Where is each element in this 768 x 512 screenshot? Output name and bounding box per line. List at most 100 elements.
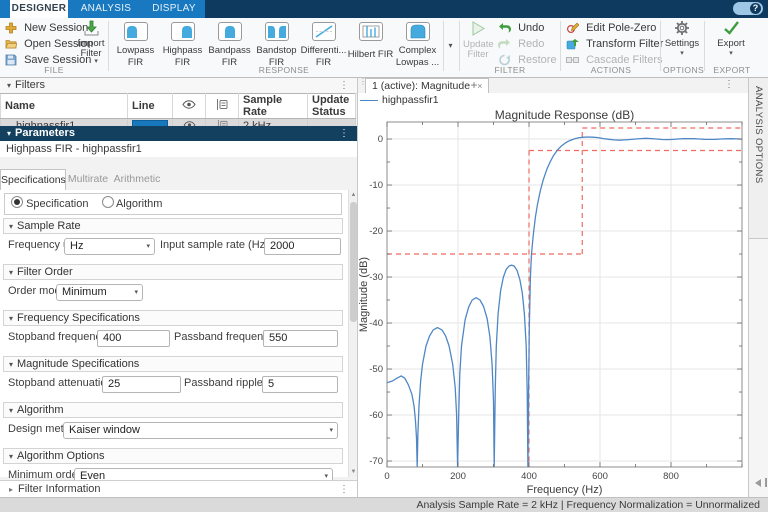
col-update-status[interactable]: Update Status	[307, 93, 356, 119]
settings-label: Settings	[664, 38, 700, 49]
input-sample-rate-label: Input sample rate (Hz)	[160, 239, 269, 251]
edit-pole-zero-label: Edit Pole-Zero	[586, 22, 657, 34]
parameters-menu-icon[interactable]: ⋮	[339, 126, 349, 141]
ribbon-separator	[459, 21, 460, 71]
settings-button[interactable]: Settings ▾	[663, 20, 701, 57]
undo-button[interactable]: Undo	[498, 21, 544, 35]
toolstrip-tab-bar: DESIGNER ANALYSIS DISPLAY OPTIONS ?	[0, 0, 768, 32]
section-frequency-specifications[interactable]: ▾ Frequency Specifications	[3, 310, 343, 326]
settings-dropdown-arrow: ▾	[680, 50, 684, 57]
tab-analysis[interactable]: ANALYSIS	[78, 0, 134, 18]
export-button[interactable]: Export ▾	[710, 20, 752, 57]
response-lowpass-fir[interactable]: Lowpass FIR	[112, 21, 159, 67]
tab-designer[interactable]: DESIGNER	[10, 0, 68, 18]
help-button[interactable]: ?	[733, 2, 763, 15]
gallery-label: Bandstop	[256, 45, 297, 56]
complex-lowpass-icon	[405, 22, 430, 41]
section-title: Frequency Specifications	[17, 312, 140, 324]
section-filter-order[interactable]: ▾ Filter Order	[3, 264, 343, 280]
radio-specification[interactable]: Specification	[11, 196, 89, 210]
tab-specifications[interactable]: Specifications	[0, 169, 66, 191]
svg-text:400: 400	[521, 471, 537, 482]
section-sample-rate[interactable]: ▾ Sample Rate	[3, 218, 343, 234]
response-bandstop-fir[interactable]: Bandstop FIR	[253, 21, 300, 67]
viewer-menu-icon[interactable]: ⋮	[724, 78, 734, 92]
radio-algorithm[interactable]: Algorithm	[101, 196, 163, 210]
analysis-options-column: ANALYSIS OPTIONS	[748, 78, 768, 497]
stopband-attenuation-field[interactable]: 25	[102, 376, 181, 393]
redo-button[interactable]: Redo	[498, 37, 544, 51]
update-filter-button[interactable]: Update Filter	[463, 20, 494, 60]
svg-text:-30: -30	[369, 272, 383, 283]
filters-table-header-row: Name Line Sample Rate Update Status	[0, 93, 356, 119]
filter-information-menu-icon[interactable]: ⋮	[339, 481, 349, 498]
response-section-label: RESPONSE	[258, 65, 310, 75]
filter-information-header[interactable]: ▸ Filter Information ⋮	[0, 480, 357, 498]
tab-display-options[interactable]: DISPLAY OPTIONS	[134, 0, 214, 32]
frequency-units-dropdown[interactable]: Hz ▾	[64, 238, 155, 255]
tab-multirate[interactable]: Multirate	[65, 169, 111, 189]
file-section-label: FILE	[44, 65, 64, 75]
response-bandpass-fir[interactable]: Bandpass FIR	[206, 21, 253, 67]
redo-label: Redo	[518, 38, 545, 50]
bandpass-fir-icon	[217, 22, 242, 41]
differentiator-fir-icon	[311, 22, 336, 41]
gallery-label: Highpass	[162, 45, 203, 56]
design-method-dropdown[interactable]: Kaiser window ▾	[63, 422, 338, 439]
scrollbar-thumb[interactable]	[350, 202, 357, 322]
ribbon: New Session Open Session Save Session ▾ …	[0, 18, 768, 92]
col-sample-rate[interactable]: Sample Rate	[238, 93, 308, 119]
svg-text:Magnitude (dB): Magnitude (dB)	[358, 257, 370, 332]
response-highpass-fir[interactable]: Highpass FIR	[159, 21, 206, 67]
import-filter-label2: Filter	[80, 48, 102, 59]
svg-text:Magnitude Response (dB): Magnitude Response (dB)	[495, 108, 634, 122]
radio-algorithm-label: Algorithm	[115, 198, 163, 210]
bandstop-fir-icon	[264, 22, 289, 41]
new-tab-button[interactable]: +	[466, 78, 482, 92]
svg-text:-60: -60	[369, 410, 383, 421]
col-annotation[interactable]	[205, 93, 239, 119]
input-sample-rate-field[interactable]: 2000	[264, 238, 341, 255]
edit-pole-zero-icon	[566, 22, 580, 34]
transform-filter-button[interactable]: Transform Filter	[566, 37, 663, 51]
open-session-icon	[5, 40, 18, 49]
hilbert-fir-icon	[358, 22, 383, 41]
response-gallery-dropdown[interactable]: ▾	[443, 21, 457, 71]
actions-section-label: ACTIONS	[590, 65, 632, 75]
passband-frequency-field[interactable]: 550	[263, 330, 338, 347]
col-name[interactable]: Name	[0, 93, 128, 119]
response-hilbert-fir[interactable]: Hilbert FIR	[347, 21, 394, 65]
response-differentiator-fir[interactable]: Differenti... FIR	[300, 21, 347, 67]
radio-specification-label: Specification	[26, 198, 89, 210]
response-complex-lowpass[interactable]: Complex Lowpas ...	[394, 21, 441, 67]
col-line[interactable]: Line	[127, 93, 173, 119]
edit-pole-zero-button[interactable]: Edit Pole-Zero	[566, 21, 656, 35]
section-algorithm-options[interactable]: ▾ Algorithm Options	[3, 448, 343, 464]
section-magnitude-specifications[interactable]: ▾ Magnitude Specifications	[3, 356, 343, 372]
transform-filter-label: Transform Filter	[586, 38, 664, 50]
import-filter-button[interactable]: Import Filter	[76, 20, 106, 59]
filters-menu-icon[interactable]: ⋮	[339, 78, 349, 93]
tab-arithmetic[interactable]: Arithmetic	[111, 169, 163, 189]
section-title: Filter Order	[17, 266, 73, 278]
filters-panel-header[interactable]: ▾ Filters ⋮	[0, 78, 357, 94]
passband-ripple-field[interactable]: 5	[262, 376, 338, 393]
undo-label: Undo	[518, 22, 545, 34]
section-algorithm[interactable]: ▾ Algorithm	[3, 402, 343, 418]
svg-text:800: 800	[663, 471, 679, 482]
ribbon-separator	[704, 21, 705, 71]
design-method-value: Kaiser window	[69, 424, 140, 436]
section-title: Algorithm	[17, 404, 64, 416]
analysis-options-tab[interactable]: ANALYSIS OPTIONS	[749, 78, 768, 239]
viewer-tab-bar: 1 (active): Magnitude × + ⋮	[358, 78, 748, 94]
gallery-label: Complex	[398, 45, 437, 56]
save-session-dropdown-arrow[interactable]: ▾	[94, 58, 98, 65]
splitter-handle-icon[interactable]: ⋮	[359, 78, 367, 86]
order-mode-dropdown[interactable]: Minimum ▾	[56, 284, 143, 301]
col-visibility[interactable]	[172, 93, 206, 119]
lowpass-fir-icon	[123, 22, 148, 41]
collapse-panel-icon[interactable]	[755, 478, 767, 488]
svg-text:600: 600	[592, 471, 608, 482]
stopband-frequency-field[interactable]: 400	[97, 330, 170, 347]
parameters-panel-header[interactable]: ▾ Parameters ⋮	[0, 126, 357, 141]
